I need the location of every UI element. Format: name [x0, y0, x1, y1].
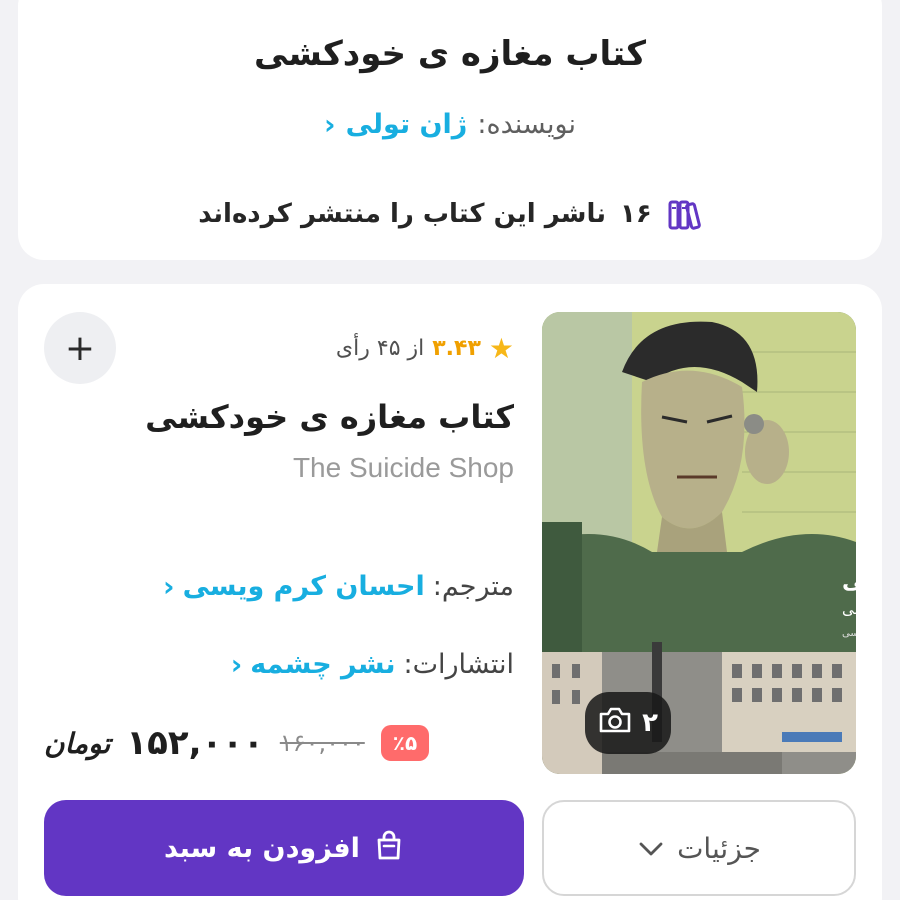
- publisher-row[interactable]: انتشارات: نشر چشمه ‹: [231, 648, 514, 681]
- discount-badge: ٪۵: [380, 725, 430, 761]
- cover-title-text: مغازه‌ی خودکشی: [842, 569, 856, 594]
- product-title: کتاب مغازه ی خودکشی: [145, 398, 514, 436]
- details-button[interactable]: جزئیات: [542, 800, 856, 896]
- old-price: ۱۶۰,۰۰۰: [279, 729, 365, 757]
- add-to-cart-button[interactable]: افزودن به سبد: [44, 800, 524, 896]
- rating-value: ۳.۴۳: [432, 336, 481, 361]
- publisher-label: انتشارات:: [403, 649, 514, 680]
- chevron-left-icon: ‹: [324, 108, 336, 141]
- publishers-text: ناشر این کتاب را منتشر کرده‌اند: [198, 199, 606, 229]
- image-count: ۲: [642, 708, 658, 738]
- cover-translator-text: ترجمه‌ی احسان کرم‌ویسی: [842, 628, 856, 639]
- cover-author-text: ژان تولی: [842, 600, 856, 618]
- new-price: ۱۵۲,۰۰۰: [126, 723, 264, 763]
- rating-votes: از ۴۵ رأی: [335, 336, 425, 361]
- image-count-badge[interactable]: ۲: [585, 692, 671, 754]
- price-row: ٪۵ ۱۶۰,۰۰۰ ۱۵۲,۰۰۰ تومان: [44, 720, 430, 766]
- shopping-bag-icon: [374, 829, 404, 868]
- details-label: جزئیات: [677, 831, 761, 865]
- author-row[interactable]: نویسنده: ژان تولی ‹: [0, 108, 900, 141]
- rating: ★ ۳.۴۳ از ۴۵ رأی: [336, 332, 514, 365]
- chevron-left-icon: ‹: [230, 648, 243, 681]
- translator-label: مترجم:: [432, 571, 514, 602]
- summary-title: کتاب مغازه ی خودکشی: [254, 34, 646, 74]
- chevron-left-icon: ‹: [163, 570, 175, 603]
- product-english-title: The Suicide Shop: [292, 452, 514, 483]
- translator-link[interactable]: احسان کرم ویسی: [183, 571, 425, 602]
- currency: تومان: [44, 726, 111, 760]
- author-label: نویسنده:: [477, 109, 576, 140]
- author-link[interactable]: ژان تولی: [346, 109, 468, 140]
- publishers-count: ۱۶: [620, 199, 652, 229]
- plus-icon: +: [64, 327, 96, 369]
- add-to-cart-label: افزودن به سبد: [164, 832, 360, 864]
- star-icon: ★: [488, 332, 514, 365]
- add-to-list-button[interactable]: +: [44, 312, 116, 384]
- publisher-link[interactable]: نشر چشمه: [250, 649, 395, 680]
- chevron-down-icon: [637, 832, 665, 865]
- publishers-row[interactable]: ۱۶ ناشر این کتاب را منتشر کرده‌اند: [0, 196, 900, 232]
- translator-row[interactable]: مترجم: احسان کرم ویسی ‹: [163, 570, 514, 603]
- books-icon: [666, 196, 702, 232]
- camera-icon: [598, 706, 632, 741]
